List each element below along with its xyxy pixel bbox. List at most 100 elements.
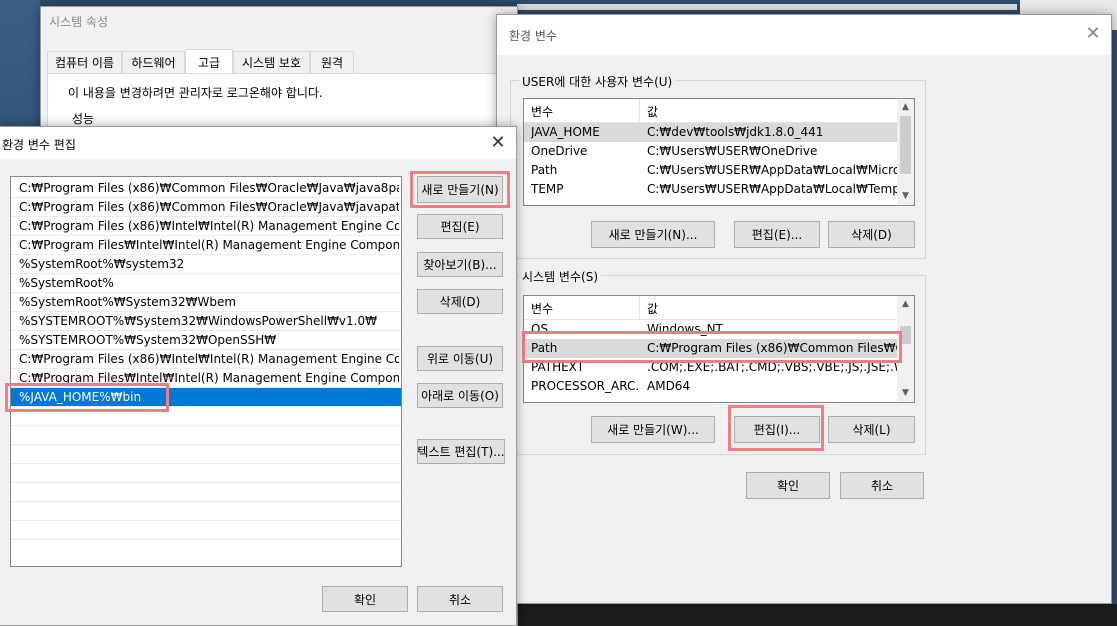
editor-edit-button[interactable]: 편집(E) — [417, 214, 503, 239]
tab-advanced[interactable]: 고급 — [185, 49, 233, 74]
list-item[interactable]: %SystemRoot%₩System32₩Wbem — [11, 293, 401, 312]
tab-hardware[interactable]: 하드웨어 — [122, 51, 185, 73]
system-variables-list[interactable]: 변수 값 OS Windows_NT Path C:₩Program Files (… — [523, 295, 915, 403]
variable-value: AMD64 — [647, 379, 691, 393]
empty-row — [11, 502, 401, 521]
editor-cancel-button[interactable]: 취소 — [417, 586, 503, 612]
system-edit-button[interactable]: 편집(I)... — [734, 416, 820, 443]
list-item[interactable]: C:₩Program Files (x86)₩Common Files₩Orac… — [11, 198, 401, 217]
list-item[interactable]: TEMP C:₩Users₩USER₩AppData₩Local₩Temp — [524, 180, 897, 199]
empty-row — [11, 445, 401, 464]
empty-row — [11, 426, 401, 445]
system-variables-label: 시스템 변수(S) — [519, 268, 601, 285]
variable-value: C:₩Users₩USER₩AppData₩Local₩Temp — [647, 182, 897, 196]
tab-label: 원격 — [320, 56, 344, 70]
column-header-value[interactable]: 값 — [647, 103, 658, 120]
scroll-down-arrow-icon[interactable]: ▼ — [897, 188, 914, 205]
list-header: 변수 값 — [524, 296, 897, 320]
tab-label: 하드웨어 — [131, 56, 176, 70]
list-item[interactable]: C:₩Program Files (x86)₩Common Files₩Orac… — [11, 179, 401, 198]
tab-computer-name[interactable]: 컴퓨터 이름 — [47, 51, 122, 73]
scroll-down-arrow-icon[interactable]: ▼ — [897, 385, 914, 402]
window-title: 환경 변수 편집 — [2, 138, 76, 152]
path-entries-list[interactable]: C:₩Program Files (x86)₩Common Files₩Orac… — [10, 176, 402, 567]
path-entry: C:₩Program Files (x86)₩Intel₩Intel(R) Ma… — [19, 219, 399, 233]
path-entry: %SYSTEMROOT%₩System32₩OpenSSH₩ — [19, 333, 277, 347]
scroll-up-arrow-icon[interactable]: ▲ — [897, 296, 914, 313]
vertical-scrollbar[interactable]: ▲ ▼ — [897, 99, 914, 205]
user-variables-list[interactable]: 변수 값 JAVA_HOME C:₩dev₩tools₩jdk1.8.0_441 … — [523, 98, 915, 206]
list-item[interactable]: OneDrive C:₩Users₩USER₩OneDrive — [524, 142, 897, 161]
list-item[interactable]: OS Windows_NT — [524, 320, 897, 339]
column-separator — [639, 296, 640, 320]
empty-row — [11, 464, 401, 483]
tab-system-protection[interactable]: 시스템 보호 — [233, 51, 310, 73]
scroll-thumb[interactable] — [900, 116, 911, 174]
editor-new-button[interactable]: 새로 만들기(N) — [417, 176, 503, 203]
column-separator — [639, 99, 640, 123]
tab-remote[interactable]: 원격 — [310, 51, 354, 73]
tab-label: 컴퓨터 이름 — [54, 56, 114, 70]
variable-name: Path — [531, 163, 558, 177]
list-item[interactable]: Path C:₩Users₩USER₩AppData₩Local₩Microsof… — [524, 161, 897, 180]
list-item[interactable]: C:₩Program Files (x86)₩Intel₩Intel(R) Ma… — [11, 217, 401, 236]
variable-name: Path — [531, 341, 558, 355]
button-label: 취소 — [870, 479, 894, 493]
editor-move-down-button[interactable]: 아래로 이동(O) — [417, 383, 503, 408]
window-title: 시스템 속성 — [49, 15, 109, 29]
close-icon[interactable]: ✕ — [480, 132, 516, 153]
editor-move-up-button[interactable]: 위로 이동(U) — [417, 346, 503, 371]
close-icon[interactable]: ✕ — [1075, 23, 1111, 44]
scroll-thumb[interactable] — [900, 326, 911, 344]
variable-value: Windows_NT — [647, 322, 723, 336]
user-new-button[interactable]: 새로 만들기(N)... — [591, 221, 715, 248]
env-cancel-button[interactable]: 취소 — [840, 472, 924, 499]
taskbar — [517, 604, 1117, 626]
path-entry: %SystemRoot% — [19, 276, 114, 290]
system-new-button[interactable]: 새로 만들기(W)... — [591, 416, 715, 443]
column-header-value[interactable]: 값 — [647, 300, 658, 317]
tab-label: 고급 — [197, 55, 221, 70]
list-item[interactable]: C:₩Program Files₩Intel₩Intel(R) Manageme… — [11, 236, 401, 255]
column-header-variable[interactable]: 변수 — [531, 103, 553, 120]
editor-browse-button[interactable]: 찾아보기(B)... — [417, 252, 503, 277]
column-header-variable[interactable]: 변수 — [531, 300, 553, 317]
user-variables-label: USER에 대한 사용자 변수(U) — [519, 73, 676, 90]
list-item[interactable]: %JAVA_HOME%₩bin — [11, 388, 401, 407]
list-item[interactable]: C:₩Program Files₩Intel₩Intel(R) Manageme… — [11, 369, 401, 388]
list-item[interactable]: %SystemRoot% — [11, 274, 401, 293]
editor-ok-button[interactable]: 확인 — [322, 586, 408, 612]
system-properties-titlebar: 시스템 속성 — [41, 7, 517, 37]
empty-row — [11, 407, 401, 426]
variable-value: C:₩Users₩USER₩AppData₩Local₩Microsof... — [647, 163, 897, 177]
editor-delete-button[interactable]: 삭제(D) — [417, 289, 503, 314]
path-entry: C:₩Program Files (x86)₩Common Files₩Orac… — [19, 200, 399, 214]
list-item[interactable]: %SystemRoot%₩system32 — [11, 255, 401, 274]
button-label: 새로 만들기(W)... — [607, 423, 699, 437]
list-item[interactable]: %SYSTEMROOT%₩System32₩WindowsPowerShell₩… — [11, 312, 401, 331]
background-window-edge — [517, 4, 1017, 10]
environment-variables-titlebar: 환경 변수 ✕ — [497, 15, 1111, 55]
button-label: 편집(I)... — [753, 423, 801, 437]
variable-name: PROCESSOR_ARC... — [531, 379, 639, 393]
list-item[interactable]: C:₩Program Files (x86)₩Intel₩Intel(R) Ma… — [11, 350, 401, 369]
system-delete-button[interactable]: 삭제(L) — [828, 416, 915, 443]
button-label: 위로 이동(U) — [426, 352, 494, 366]
list-item[interactable]: %SYSTEMROOT%₩System32₩OpenSSH₩ — [11, 331, 401, 350]
empty-row — [11, 521, 401, 540]
list-item[interactable]: PROCESSOR_ARC... AMD64 — [524, 377, 897, 396]
variable-name: TEMP — [531, 182, 564, 196]
user-delete-button[interactable]: 삭제(D) — [828, 221, 915, 248]
user-edit-button[interactable]: 편집(E)... — [734, 221, 820, 248]
list-item[interactable]: Path C:₩Program Files (x86)₩Common Files₩… — [524, 339, 897, 358]
variable-value: .COM;.EXE;.BAT;.CMD;.VBS;.VBE;.JS;.JSE;.… — [647, 360, 897, 374]
variable-name: OneDrive — [531, 144, 588, 158]
editor-edit-text-button[interactable]: 텍스트 편집(T)... — [417, 439, 505, 464]
button-label: 삭제(L) — [852, 423, 891, 437]
list-item[interactable]: PATHEXT .COM;.EXE;.BAT;.CMD;.VBS;.VBE;.JS… — [524, 358, 897, 377]
variable-name: JAVA_HOME — [531, 125, 600, 139]
vertical-scrollbar[interactable]: ▲ ▼ — [897, 296, 914, 402]
env-ok-button[interactable]: 확인 — [746, 472, 830, 499]
list-item[interactable]: JAVA_HOME C:₩dev₩tools₩jdk1.8.0_441 — [524, 123, 897, 142]
scroll-up-arrow-icon[interactable]: ▲ — [897, 99, 914, 116]
